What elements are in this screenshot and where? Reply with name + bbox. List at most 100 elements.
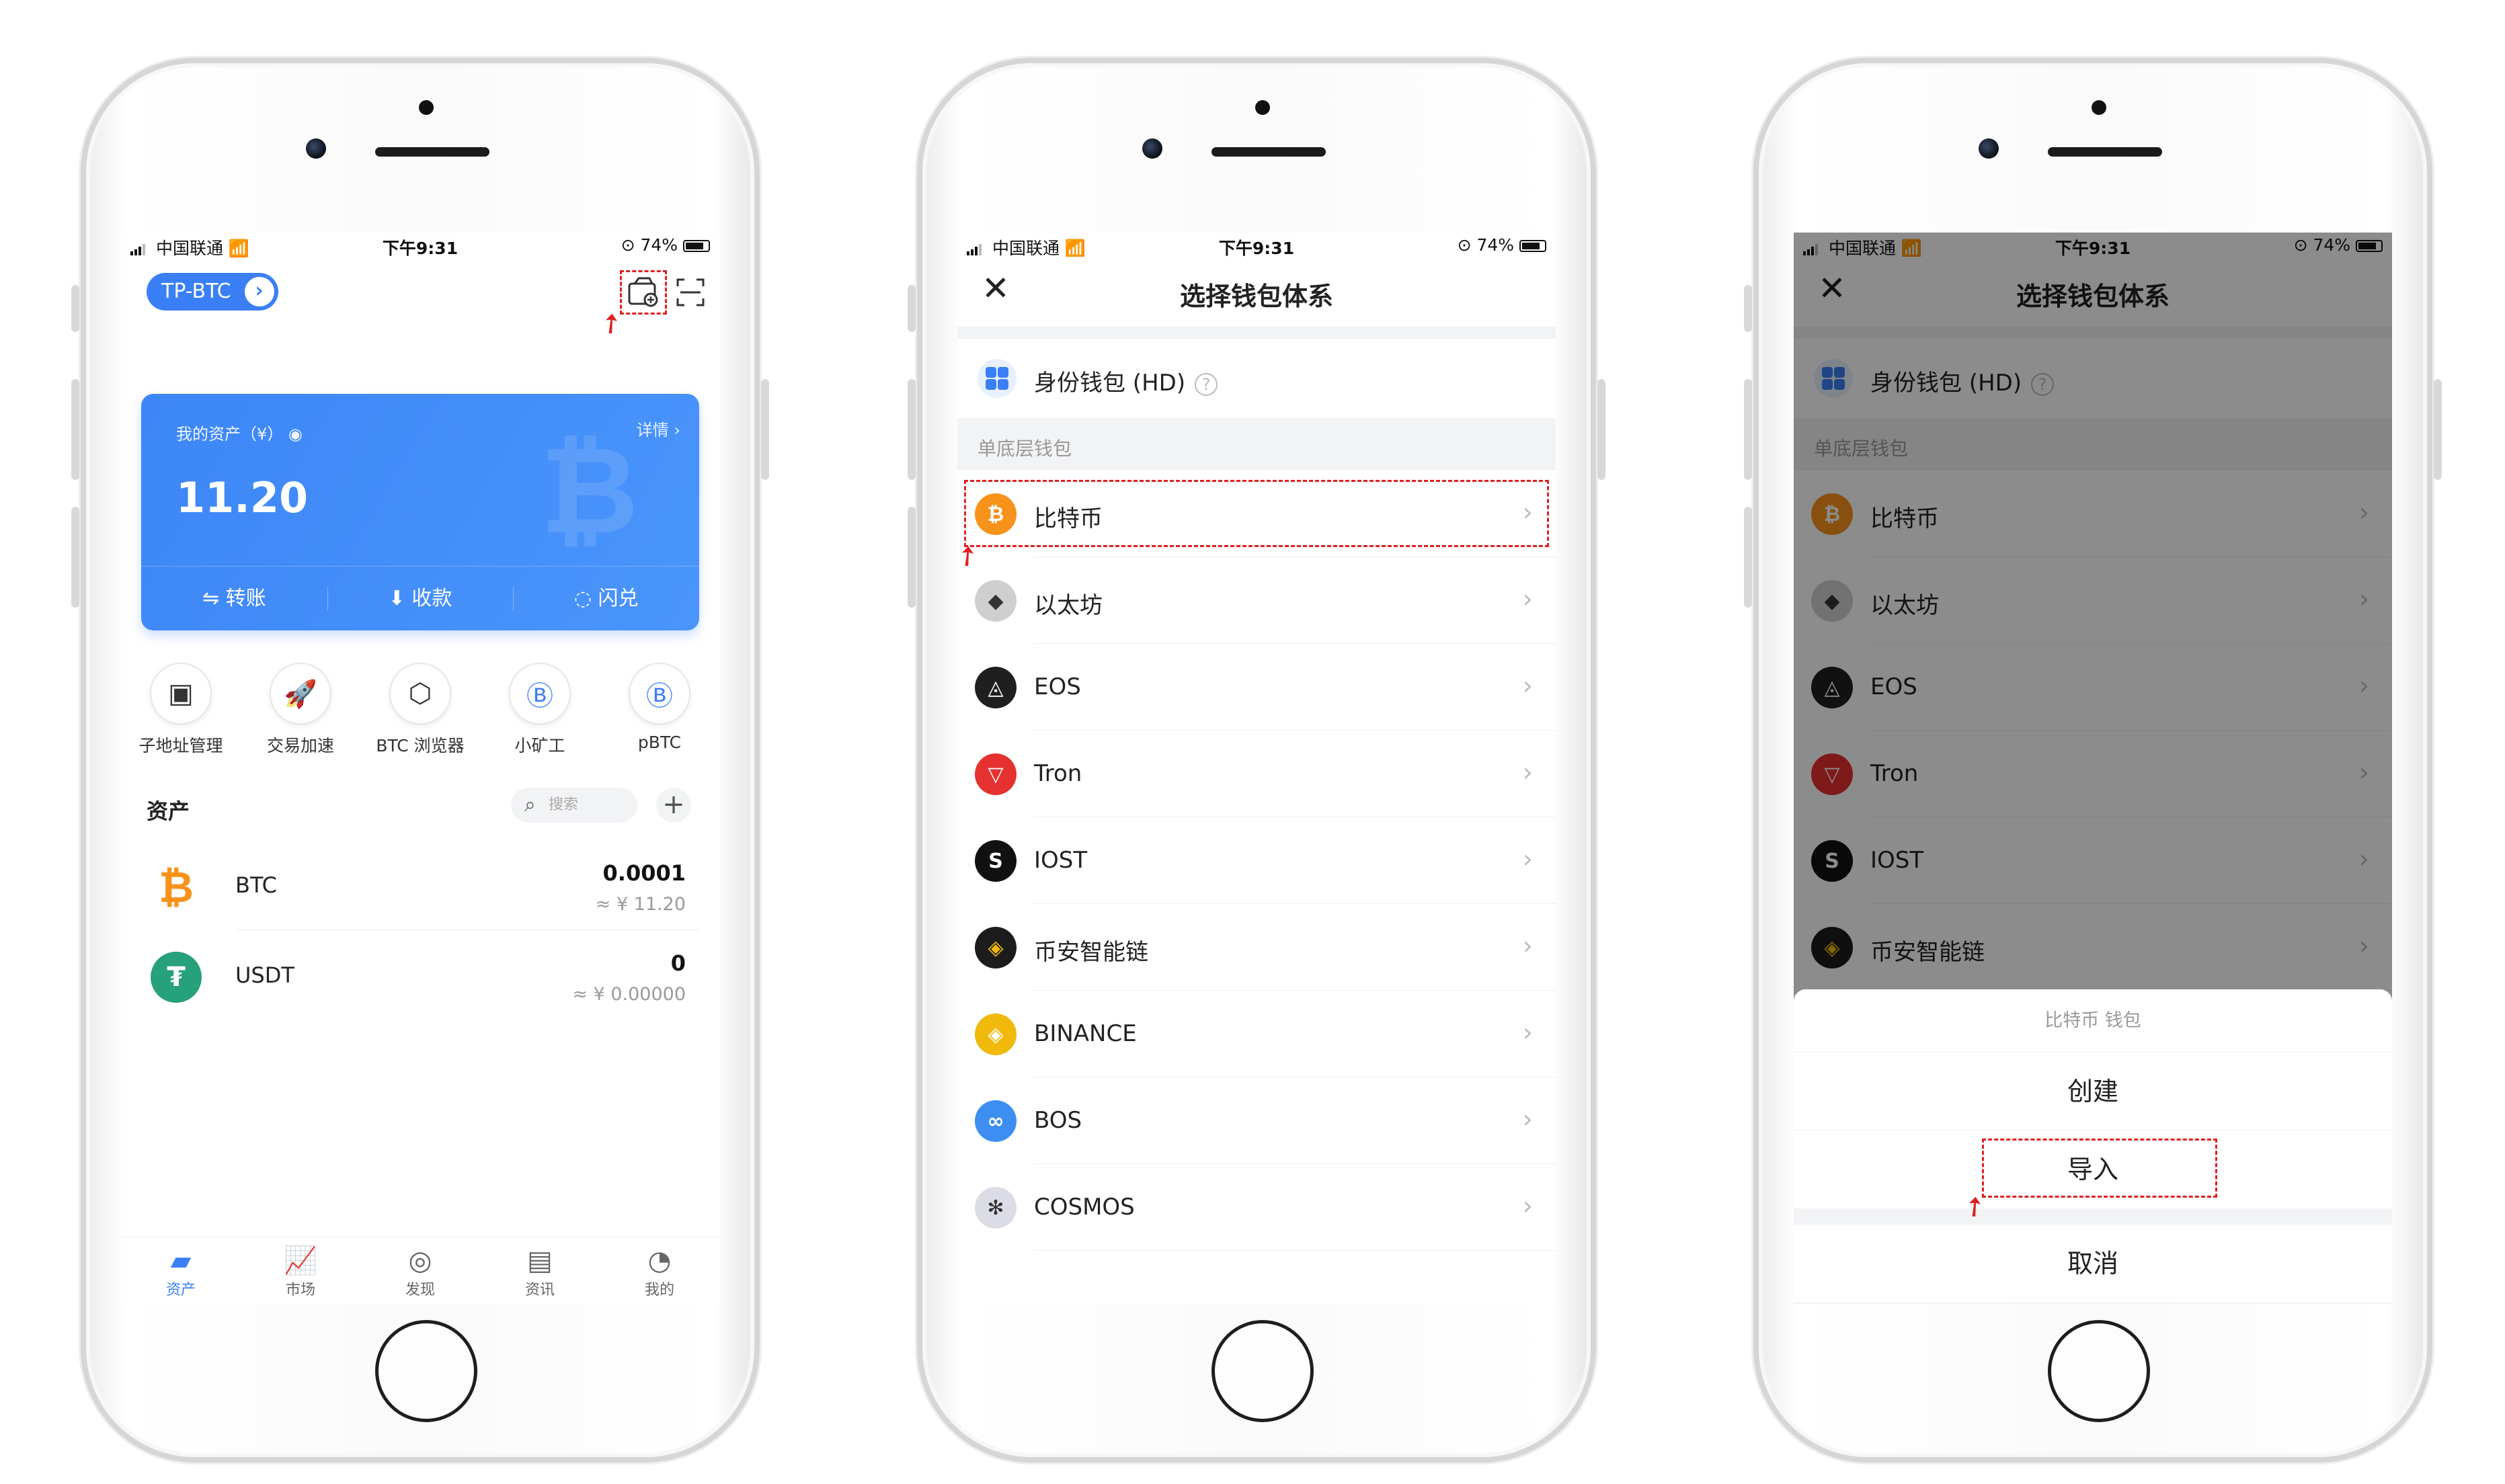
chain-row[interactable]: ◈ BINANCE › bbox=[957, 991, 1556, 1077]
cancel-button[interactable]: 取消 bbox=[1794, 1225, 2392, 1303]
detail-link[interactable]: 详情 › bbox=[637, 417, 680, 440]
cosmos-icon: ✻ bbox=[975, 1187, 1017, 1229]
tool-accelerate[interactable]: 🚀 交易加速 bbox=[243, 663, 358, 757]
screen-wallet-action: 中国联通 📶 下午9:31 ⊙ 74% ✕ 选择钱包体系 身份钱包 (HD)? … bbox=[1794, 233, 2392, 1304]
chevron-right-icon: › bbox=[1522, 1018, 1533, 1047]
tool-shortcuts: ▣ 子地址管理 🚀 交易加速 ⬡ BTC 浏览器 Ⓑ 小矿工 ⒷpBTC bbox=[121, 663, 719, 757]
tool-miner[interactable]: Ⓑ 小矿工 bbox=[483, 663, 597, 757]
bsc-icon: ◈ bbox=[975, 927, 1017, 968]
chevron-right-icon: › bbox=[1522, 671, 1533, 700]
compass-icon: ◎ bbox=[408, 1245, 432, 1276]
hd-wallet-row[interactable]: 身份钱包 (HD)? bbox=[957, 339, 1556, 418]
chevron-right-icon: › bbox=[1522, 584, 1533, 614]
home-button[interactable] bbox=[1211, 1320, 1314, 1422]
chain-row[interactable]: ◈ 币安智能链 › bbox=[957, 904, 1556, 991]
chain-name: BINANCE bbox=[1034, 1020, 1137, 1047]
user-icon: ◔ bbox=[647, 1245, 672, 1276]
asset-card[interactable]: ₿ 我的资产（¥） ◉ 详情 › 11.20 ⇋ 转账 ⬇ 收款 ◌ 闪兑 bbox=[141, 394, 699, 630]
bottom-tab-bar: ▰ 资产 📈 市场 ◎ 发现 ▤ 资讯 ◔ 我的 bbox=[121, 1237, 719, 1304]
asset-row-btc[interactable]: ₿ BTC 0.0001 ≈ ¥ 11.20 bbox=[141, 841, 699, 930]
home-button[interactable] bbox=[2048, 1320, 2150, 1422]
rocket-icon: 🚀 bbox=[270, 663, 331, 725]
tether-icon: ₮ bbox=[151, 952, 202, 1003]
orientation-lock-icon: ⊙ bbox=[1457, 235, 1472, 255]
chain-row[interactable]: ✻ COSMOS › bbox=[957, 1164, 1556, 1251]
phone-frame-1: 中国联通 📶 下午9:31 ⊙ 74% TP-BTC › ➚ ₿ 我的资产（¥）… bbox=[71, 58, 769, 1462]
wallet-name: TP-BTC bbox=[161, 280, 231, 303]
asset-search-input[interactable]: ⌕ 搜索 bbox=[511, 788, 637, 823]
add-asset-button[interactable]: + bbox=[656, 788, 691, 823]
assets-title: 资产 bbox=[147, 798, 190, 824]
create-wallet-button[interactable]: 创建 bbox=[1794, 1053, 2392, 1130]
miner-icon: Ⓑ bbox=[509, 663, 571, 725]
tool-subaddress[interactable]: ▣ 子地址管理 bbox=[124, 663, 238, 757]
battery-percent: 74% bbox=[640, 235, 678, 255]
transfer-button[interactable]: ⇋ 转账 bbox=[141, 567, 327, 630]
asset-row-usdt[interactable]: ₮ USDT 0 ≈ ¥ 0.00000 bbox=[141, 932, 699, 1020]
sheet-title: 比特币 钱包 bbox=[1794, 989, 2392, 1053]
group-label: 单底层钱包 bbox=[978, 438, 1072, 460]
swap-button[interactable]: ◌ 闪兑 bbox=[513, 567, 699, 630]
bitcoin-watermark-icon: ₿ bbox=[540, 421, 639, 561]
page-title: 选择钱包体系 bbox=[1179, 282, 1333, 311]
tool-explorer[interactable]: ⬡ BTC 浏览器 bbox=[363, 663, 477, 757]
tron-icon: ▽ bbox=[975, 753, 1017, 795]
swap-icon: ◌ bbox=[573, 587, 592, 610]
action-sheet: 比特币 钱包 创建 导入 取消 ➚ bbox=[1794, 989, 2392, 1304]
bitcoin-icon: ₿ bbox=[151, 862, 202, 913]
help-icon[interactable]: ? bbox=[1195, 372, 1218, 396]
tab-news[interactable]: ▤ 资讯 bbox=[480, 1237, 600, 1304]
chain-name: BOS bbox=[1034, 1107, 1082, 1134]
chevron-right-icon: › bbox=[1522, 931, 1533, 960]
tab-market[interactable]: 📈 市场 bbox=[241, 1237, 360, 1304]
screen-assets: 中国联通 📶 下午9:31 ⊙ 74% TP-BTC › ➚ ₿ 我的资产（¥）… bbox=[121, 233, 719, 1304]
chain-name: 以太坊 bbox=[1034, 592, 1103, 619]
wallet-tab-icon: ▰ bbox=[170, 1245, 192, 1276]
front-camera bbox=[1142, 138, 1162, 159]
home-button[interactable] bbox=[375, 1320, 477, 1422]
eos-icon: ◬ bbox=[975, 667, 1017, 708]
binance-icon: ◈ bbox=[975, 1014, 1017, 1055]
ethereum-icon: ◆ bbox=[975, 580, 1017, 622]
phone-frame-2: 中国联通 📶 下午9:31 ⊙ 74% ✕ 选择钱包体系 身份钱包 (HD)? … bbox=[908, 58, 1605, 1462]
chart-icon: 📈 bbox=[284, 1245, 317, 1276]
chevron-right-icon: › bbox=[1522, 1191, 1533, 1221]
asset-label: 我的资产（¥） bbox=[176, 425, 284, 444]
battery-icon bbox=[683, 240, 710, 252]
tab-discover[interactable]: ◎ 发现 bbox=[360, 1237, 480, 1304]
chain-row[interactable]: S IOST › bbox=[957, 817, 1556, 904]
wallet-icon: ▣ bbox=[150, 663, 212, 725]
iost-icon: S bbox=[975, 840, 1017, 882]
screen-select-wallet: 中国联通 📶 下午9:31 ⊙ 74% ✕ 选择钱包体系 身份钱包 (HD)? … bbox=[957, 233, 1556, 1304]
receive-button[interactable]: ⬇ 收款 bbox=[327, 567, 514, 630]
chevron-right-icon: › bbox=[1522, 757, 1533, 787]
chain-row[interactable]: ◬ EOS › bbox=[957, 644, 1556, 731]
phone-frame-3: 中国联通 📶 下午9:31 ⊙ 74% ✕ 选择钱包体系 身份钱包 (HD)? … bbox=[1744, 58, 2442, 1462]
eye-icon[interactable]: ◉ bbox=[288, 425, 303, 444]
battery-icon bbox=[1519, 240, 1546, 252]
chain-name: EOS bbox=[1034, 673, 1081, 700]
chain-name: Tron bbox=[1034, 760, 1082, 787]
chain-row[interactable]: ∞ BOS › bbox=[957, 1077, 1556, 1164]
status-bar: 中国联通 📶 下午9:31 ⊙ 74% bbox=[121, 233, 719, 258]
scan-icon[interactable] bbox=[672, 274, 709, 311]
chain-name: COSMOS bbox=[1034, 1194, 1135, 1221]
tab-profile[interactable]: ◔ 我的 bbox=[600, 1237, 719, 1304]
wallet-switch-button[interactable]: TP-BTC › bbox=[147, 273, 278, 311]
cube-icon: ⬡ bbox=[389, 663, 451, 725]
chain-name: IOST bbox=[1034, 847, 1088, 874]
chain-name: 币安智能链 bbox=[1034, 939, 1148, 966]
tool-pbtc[interactable]: ⒷpBTC bbox=[602, 663, 717, 757]
transfer-icon: ⇋ bbox=[202, 587, 220, 610]
total-amount: 11.20 bbox=[176, 473, 309, 522]
earpiece-speaker bbox=[375, 147, 489, 157]
download-icon: ⬇ bbox=[388, 587, 405, 610]
chain-row[interactable]: ◆ 以太坊 › bbox=[957, 557, 1556, 644]
front-camera bbox=[1979, 138, 1999, 159]
hd-wallet-icon bbox=[978, 359, 1017, 398]
chevron-right-icon: › bbox=[244, 277, 274, 306]
chain-row[interactable]: ▽ Tron › bbox=[957, 731, 1556, 817]
proximity-sensor bbox=[419, 100, 434, 115]
tab-assets[interactable]: ▰ 资产 bbox=[121, 1237, 241, 1304]
status-bar: 中国联通 📶 下午9:31 ⊙ 74% bbox=[957, 233, 1556, 258]
